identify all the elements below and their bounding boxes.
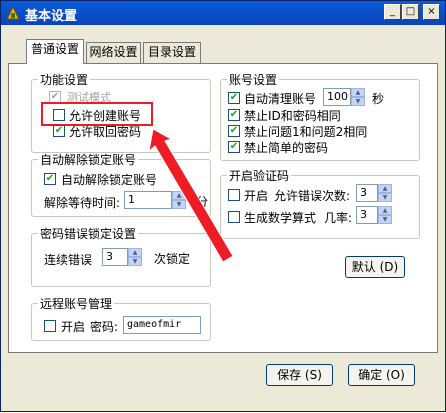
save-button[interactable]: 保存 (S) — [266, 364, 333, 386]
tab-general[interactable]: 普通设置 — [26, 39, 84, 64]
ok-button[interactable]: 确定 (O) — [348, 364, 415, 386]
settings-window: 基本设置 _ □ × 普通设置 网络设置 目录设置 功能设置 ✔ 测试模式 允许… — [0, 0, 446, 412]
